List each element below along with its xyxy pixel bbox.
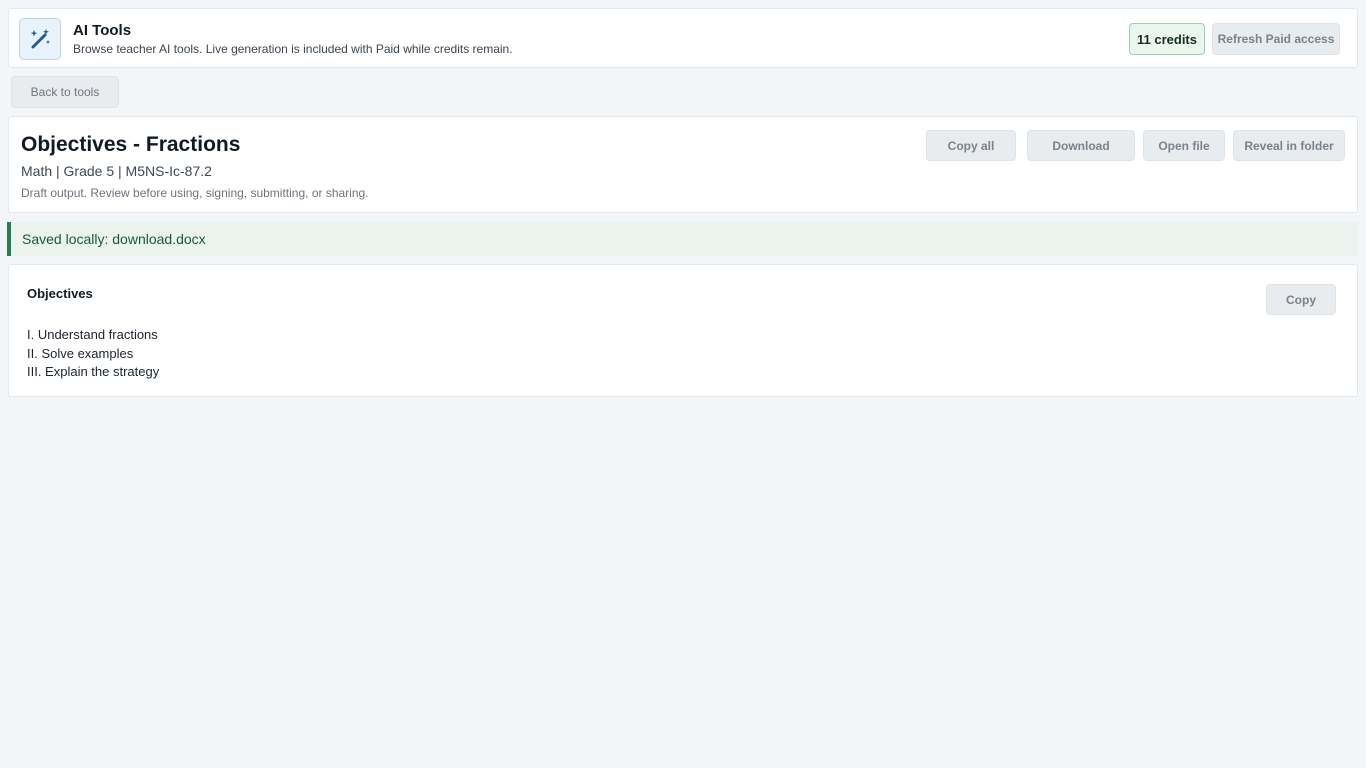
- saved-status-banner: Saved locally: download.docx: [7, 222, 1358, 256]
- open-file-button[interactable]: Open file: [1143, 130, 1225, 161]
- output-line: I. Understand fractions: [27, 327, 158, 342]
- credits-badge: 11 credits: [1129, 23, 1205, 55]
- refresh-paid-access-button[interactable]: Refresh Paid access: [1212, 23, 1340, 55]
- app-subtitle: Browse teacher AI tools. Live generation…: [73, 42, 513, 56]
- copy-all-button[interactable]: Copy all: [926, 130, 1016, 161]
- output-card: Objectives Copy I. Understand fractions …: [8, 264, 1358, 397]
- back-to-tools-button[interactable]: Back to tools: [11, 76, 119, 108]
- magic-wand-icon: [19, 18, 61, 60]
- output-title: Objectives: [27, 286, 93, 301]
- app-title: AI Tools: [73, 22, 132, 39]
- draft-note: Draft output. Review before using, signi…: [21, 186, 369, 200]
- copy-button[interactable]: Copy: [1266, 284, 1336, 315]
- document-meta: Math | Grade 5 | M5NS-Ic-87.2: [21, 163, 212, 179]
- output-lines: I. Understand fractions II. Solve exampl…: [27, 326, 159, 382]
- document-title: Objectives - Fractions: [21, 133, 241, 156]
- output-line: III. Explain the strategy: [27, 364, 160, 379]
- reveal-in-folder-button[interactable]: Reveal in folder: [1233, 130, 1345, 161]
- app-header: AI Tools Browse teacher AI tools. Live g…: [8, 8, 1358, 68]
- download-button[interactable]: Download: [1027, 130, 1135, 161]
- document-header-card: Objectives - Fractions Math | Grade 5 | …: [8, 116, 1358, 213]
- output-line: II. Solve examples: [27, 345, 134, 361]
